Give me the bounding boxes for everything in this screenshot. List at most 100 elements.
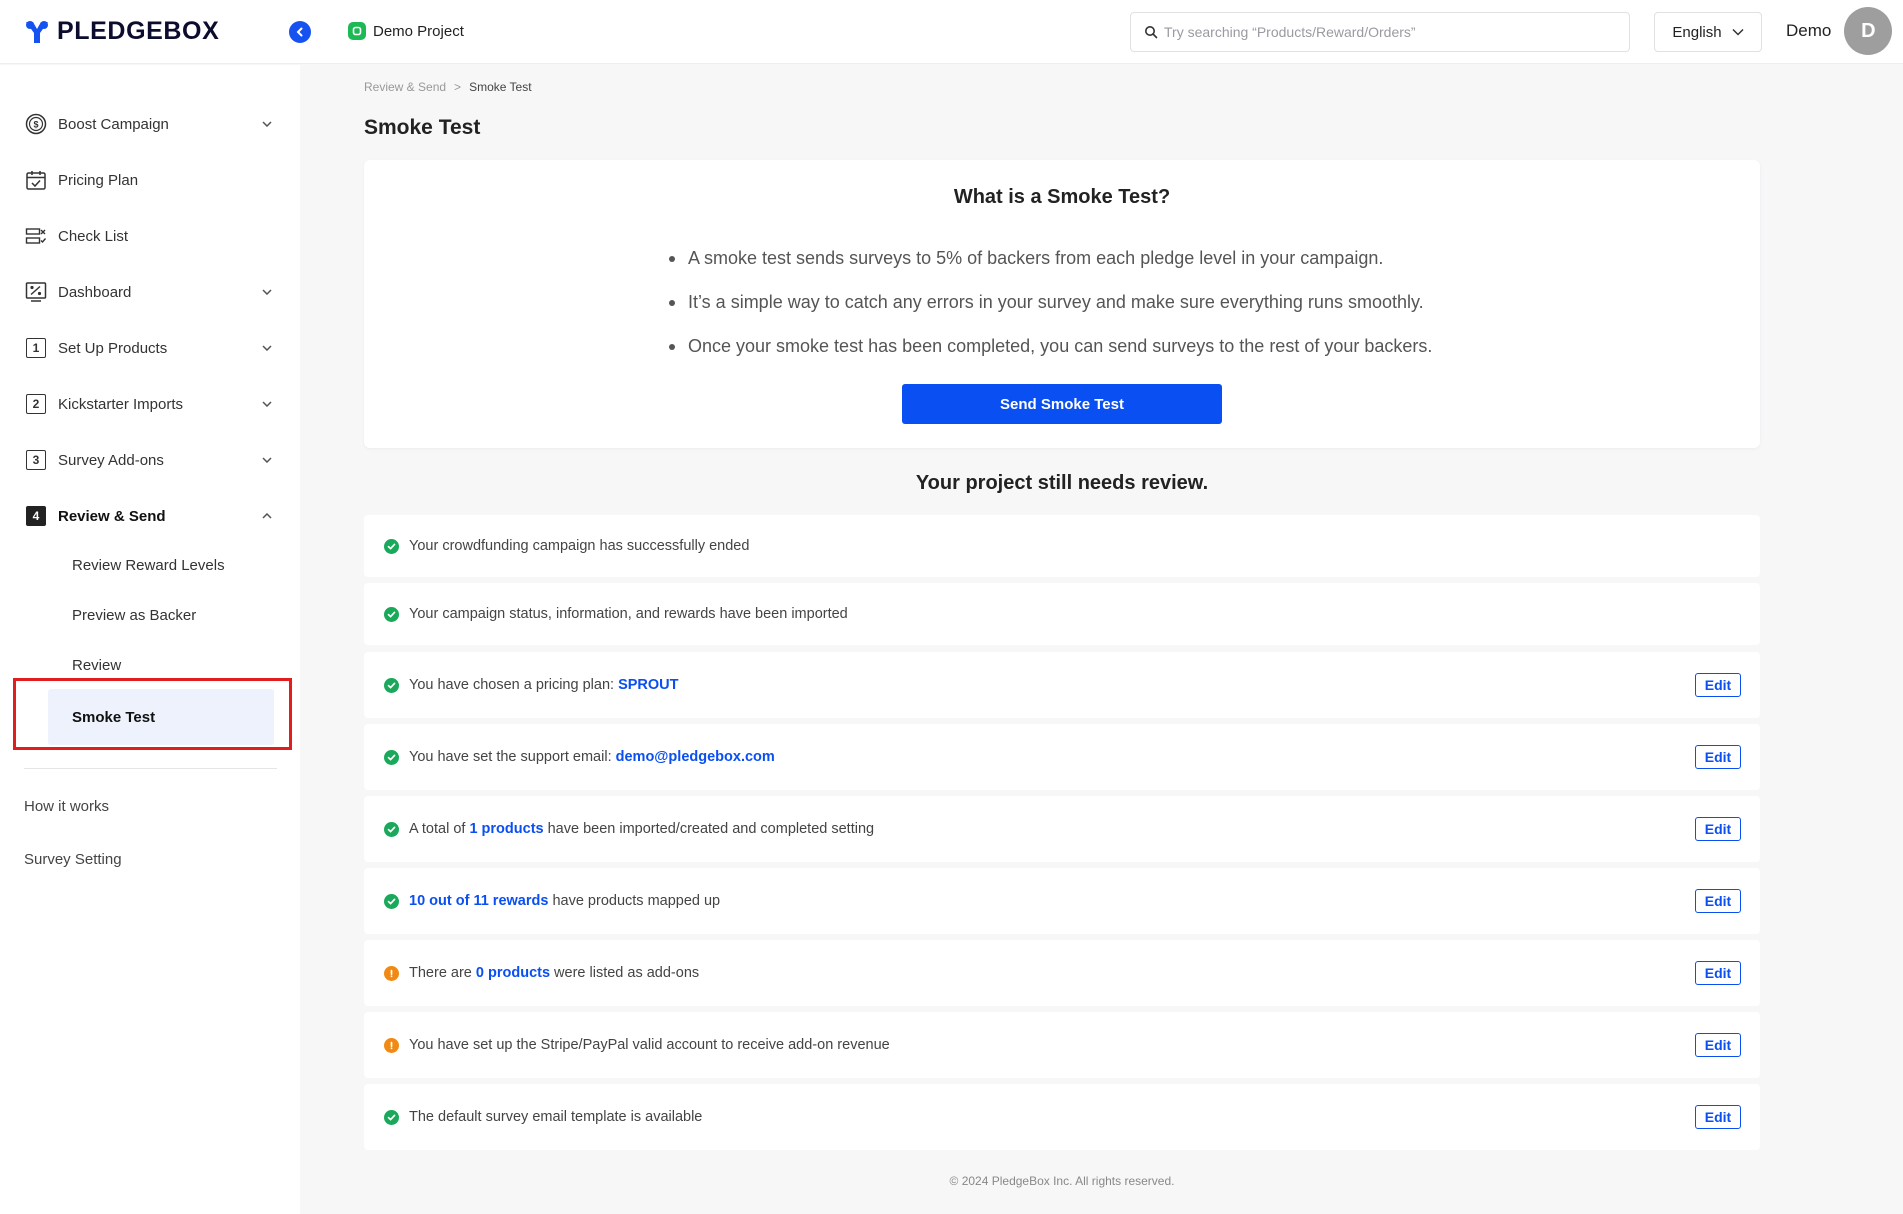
user-menu[interactable]: Demo D [1786,7,1893,55]
review-row-highlight-link[interactable]: 10 out of 11 rewards [409,893,548,909]
check-circle-icon [384,606,399,622]
review-row-text-before: You have set up the Stripe/PayPal valid … [409,1037,890,1053]
edit-button[interactable]: Edit [1695,1105,1741,1129]
step-number: 3 [26,450,46,470]
breadcrumb-current: Smoke Test [469,80,532,94]
review-row-text-before: The default survey email template is ava… [409,1109,703,1125]
review-row-text: Your campaign status, information, and r… [409,606,848,622]
review-row-highlight-link[interactable]: 0 products [476,965,550,981]
review-row-text-before: Your campaign status, information, and r… [409,606,848,622]
review-row-text-before: There are [409,965,476,981]
chevron-down-icon [1732,28,1744,36]
dollar-circle-icon: $ [24,112,48,136]
warning-circle-icon [384,1037,399,1053]
review-checklist-row: There are 0 products were listed as add-… [364,940,1760,1006]
review-row-text-before: Your crowdfunding campaign has successfu… [409,538,750,554]
review-row-highlight-link[interactable]: SPROUT [618,677,678,693]
chevron-left-icon [296,27,303,37]
chevron-down-icon [260,117,274,131]
chevron-down-icon [260,285,274,299]
sidebar-item-pricing-plan[interactable]: Pricing Plan [24,160,274,200]
step-number: 1 [26,338,46,358]
check-circle-icon [384,893,399,909]
sidebar-divider [24,768,277,769]
sidebar-item-set-up-products[interactable]: 1 Set Up Products [24,328,274,368]
step-number: 4 [26,506,46,526]
review-checklist-row: Your campaign status, information, and r… [364,583,1760,645]
sidebar-item-label: Kickstarter Imports [58,395,184,413]
sidebar-subitem-review[interactable]: Review [48,644,274,686]
edit-button[interactable]: Edit [1695,745,1741,769]
top-header: PLEDGEBOX Demo Project English Demo D [0,0,1903,64]
review-row-text-before: You have chosen a pricing plan: [409,677,619,693]
project-selector[interactable]: Demo Project [348,22,464,40]
send-smoke-test-button[interactable]: Send Smoke Test [902,384,1222,424]
sidebar-item-label: Review & Send [58,507,166,525]
check-circle-icon [384,821,399,837]
edit-button[interactable]: Edit [1695,1033,1741,1057]
check-circle-icon [384,749,399,765]
review-checklist-row: You have set up the Stripe/PayPal valid … [364,1012,1760,1078]
sidebar-item-label: Check List [58,227,129,245]
avatar[interactable]: D [1844,7,1893,55]
sidebar-item-label: Pricing Plan [58,171,139,189]
sidebar-item-dashboard[interactable]: Dashboard [24,272,274,312]
review-row-text: A total of 1 products have been imported… [409,821,874,837]
footer-copyright: © 2024 PledgeBox Inc. All rights reserve… [949,1174,1175,1188]
review-row-text: Your crowdfunding campaign has successfu… [409,538,749,554]
edit-button[interactable]: Edit [1695,673,1741,697]
brand-logo[interactable]: PLEDGEBOX [24,17,219,46]
sidebar-item-check-list[interactable]: Check List [24,216,274,256]
step-1-icon: 1 [24,336,48,360]
warning-circle-icon [384,965,399,981]
review-row-text: You have set the support email: demo@ple… [409,749,775,765]
sidebar-item-review-and-send[interactable]: 4 Review & Send [24,496,274,536]
sidebar-item-label: Set Up Products [58,339,168,357]
review-row-text-after: have products mapped up [548,893,721,909]
review-row-text-after: have been imported/created and completed… [543,821,875,837]
info-bullet: A smoke test sends surveys to 5% of back… [668,236,1432,280]
brand-name: PLEDGEBOX [57,17,220,45]
review-row-text-before: You have set the support email: [409,749,616,765]
sidebar-item-label: Boost Campaign [58,115,169,133]
info-bullet-list: A smoke test sends surveys to 5% of back… [668,236,1432,368]
review-checklist-row: You have chosen a pricing plan: SPROUT Ed… [364,652,1760,718]
sidebar-link-survey-setting[interactable]: Survey Setting [24,851,122,868]
sidebar-subitem-preview-as-backer[interactable]: Preview as Backer [48,594,274,636]
sidebar-item-survey-add-ons[interactable]: 3 Survey Add-ons [24,440,274,480]
chevron-down-icon [260,397,274,411]
sidebar-subitem-smoke-test[interactable]: Smoke Test [48,689,274,745]
review-row-text-before: A total of [409,821,470,837]
collapse-sidebar-button[interactable] [289,21,311,43]
edit-button[interactable]: Edit [1695,961,1741,985]
smoke-test-info-card: What is a Smoke Test? A smoke test sends… [364,160,1760,448]
breadcrumb-separator: > [454,80,462,94]
review-row-highlight-link[interactable]: 1 products [469,821,543,837]
edit-button[interactable]: Edit [1695,889,1741,913]
review-section-title: Your project still needs review. [915,472,1209,494]
review-row-highlight-link[interactable]: demo@pledgebox.com [616,749,775,765]
sidebar: $ Boost Campaign Pricing Plan Check List… [0,65,300,1214]
review-row-text: The default survey email template is ava… [409,1109,702,1125]
sidebar-item-boost-campaign[interactable]: $ Boost Campaign [24,104,274,144]
sidebar-subitem-review-reward-levels[interactable]: Review Reward Levels [48,544,274,586]
breadcrumb: Review & Send > Smoke Test [364,80,532,94]
pledgebox-logo-icon [26,20,48,43]
chevron-down-icon [260,341,274,355]
edit-button[interactable]: Edit [1695,817,1741,841]
review-checklist-row: A total of 1 products have been imported… [364,796,1760,862]
breadcrumb-parent-link[interactable]: Review & Send [364,80,446,94]
chevron-up-icon [260,509,274,523]
sidebar-item-kickstarter-imports[interactable]: 2 Kickstarter Imports [24,384,274,424]
sidebar-link-how-it-works[interactable]: How it works [24,798,109,815]
review-checklist-row: Your crowdfunding campaign has successfu… [364,515,1760,577]
project-name: Demo Project [373,22,464,40]
check-circle-icon [384,538,399,554]
review-row-text: You have chosen a pricing plan: SPROUT [409,677,678,693]
search-box[interactable] [1130,12,1630,52]
search-input[interactable] [1164,24,1614,40]
step-3-icon: 3 [24,448,48,472]
review-row-text: You have set up the Stripe/PayPal valid … [409,1037,890,1053]
language-select[interactable]: English [1654,12,1762,52]
percent-chart-icon [24,280,48,304]
